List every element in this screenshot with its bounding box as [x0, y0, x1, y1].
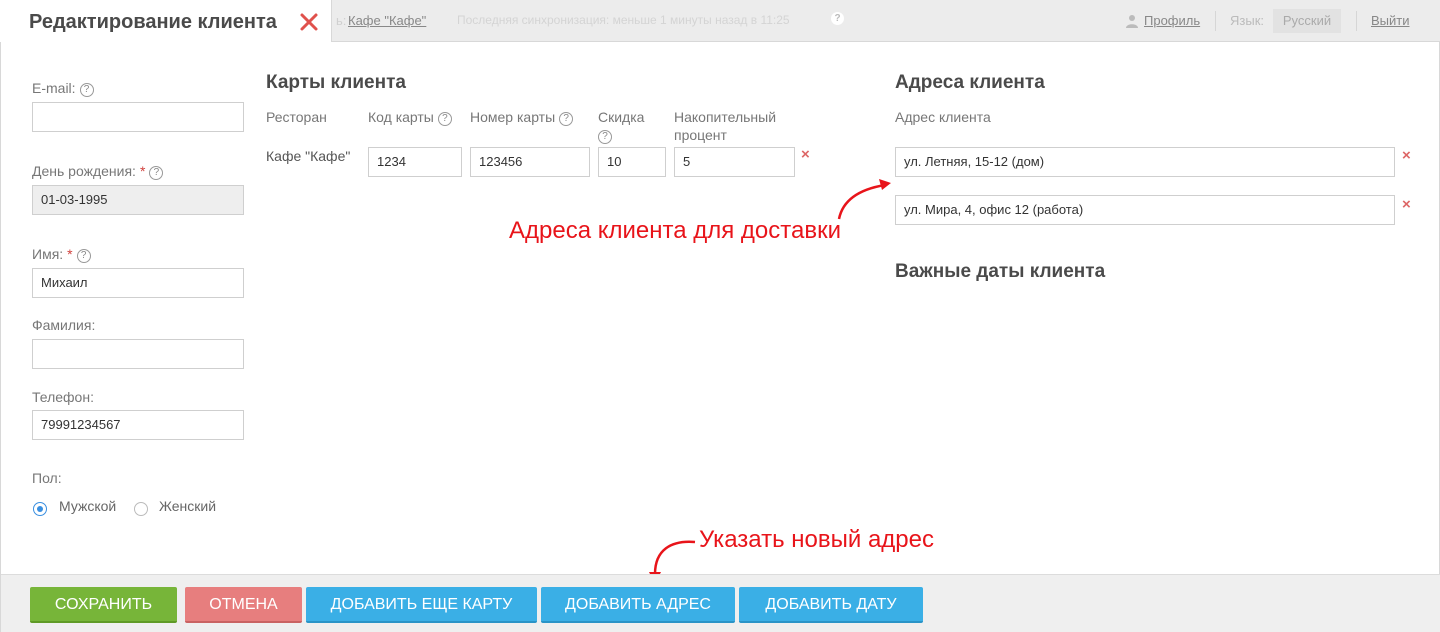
- profile-link[interactable]: Профиль: [1144, 13, 1200, 28]
- help-icon[interactable]: ?: [437, 112, 452, 126]
- active-tab[interactable]: Редактирование клиента: [0, 0, 332, 43]
- save-button[interactable]: Сохранить: [30, 587, 177, 623]
- gender-radio-female[interactable]: [134, 502, 148, 516]
- gender-option-female[interactable]: Женский: [159, 498, 216, 514]
- address-field[interactable]: ул. Мира, 4, офис 12 (работа): [895, 195, 1395, 225]
- close-icon[interactable]: [299, 12, 319, 32]
- birthday-label: День рождения: *?: [32, 163, 164, 180]
- last-name-label: Фамилия:: [32, 317, 96, 333]
- sync-status: Последняя синхронизация: меньше 1 минуты…: [457, 13, 790, 27]
- help-icon[interactable]: ?: [598, 130, 612, 144]
- col-accumulative-percent: Накопительный процент: [674, 109, 777, 143]
- divider: [1215, 11, 1216, 31]
- address-field[interactable]: ул. Летняя, 15-12 (дом): [895, 147, 1395, 177]
- footer-toolbar: Сохранить Отмена Добавить еще карту Доба…: [1, 574, 1440, 632]
- col-address: Адрес клиента: [895, 109, 991, 125]
- col-discount: Скидка ?: [598, 109, 645, 144]
- delete-card-icon[interactable]: ×: [801, 146, 810, 163]
- help-icon[interactable]: ?: [831, 12, 844, 25]
- restaurant-link[interactable]: Кафе "Кафе": [348, 13, 426, 28]
- cards-title: Карты клиента: [266, 72, 406, 93]
- user-icon: [1126, 15, 1138, 28]
- birthday-field[interactable]: 01-03-1995: [32, 185, 244, 215]
- discount-field[interactable]: 10: [598, 147, 666, 177]
- add-address-button[interactable]: Добавить адрес: [541, 587, 735, 623]
- required-marker: *: [67, 246, 73, 262]
- annotation-new-address: Указать новый адрес: [699, 526, 934, 553]
- cancel-button[interactable]: Отмена: [185, 587, 302, 623]
- email-label: E-mail:?: [32, 80, 94, 97]
- help-icon[interactable]: ?: [559, 112, 574, 126]
- language-label: Язык:: [1230, 13, 1264, 28]
- important-dates-title: Важные даты клиента: [895, 261, 1106, 282]
- help-icon[interactable]: ?: [76, 249, 91, 263]
- delete-address-icon[interactable]: ×: [1402, 147, 1411, 164]
- gender-option-male[interactable]: Мужской: [59, 498, 116, 514]
- first-name-field[interactable]: Михаил: [32, 268, 244, 298]
- col-restaurant: Ресторан: [266, 109, 327, 125]
- first-name-label: Имя: *?: [32, 246, 91, 263]
- phone-field[interactable]: 79991234567: [32, 410, 244, 440]
- annotation-addresses: Адреса клиента для доставки: [509, 217, 841, 244]
- add-card-button[interactable]: Добавить еще карту: [306, 587, 537, 623]
- add-date-button[interactable]: Добавить дату: [739, 587, 923, 623]
- card-restaurant: Кафе "Кафе": [266, 148, 351, 164]
- accumulative-percent-field[interactable]: 5: [674, 147, 795, 177]
- phone-label: Телефон:: [32, 389, 94, 405]
- language-select[interactable]: Русский: [1273, 9, 1341, 33]
- annotation-arrow-icon: [837, 179, 891, 220]
- help-icon[interactable]: ?: [79, 83, 94, 97]
- delete-address-icon[interactable]: ×: [1402, 196, 1411, 213]
- last-name-field[interactable]: [32, 339, 244, 369]
- col-card-code: Код карты?: [368, 108, 452, 126]
- gender-label: Пол:: [32, 470, 62, 486]
- email-field[interactable]: [32, 102, 244, 132]
- tab-title: Редактирование клиента: [29, 11, 277, 33]
- logout-link[interactable]: Выйти: [1371, 13, 1410, 28]
- card-number-field[interactable]: 123456: [470, 147, 590, 177]
- top-bar: Редактирование клиента ь: Кафе "Кафе" По…: [0, 0, 1440, 43]
- client-edit-panel: E-mail:? День рождения: *? 01-03-1995 Имя…: [0, 42, 1440, 632]
- col-card-number: Номер карты?: [470, 108, 574, 126]
- divider: [1356, 11, 1357, 31]
- help-icon[interactable]: ?: [149, 166, 164, 180]
- gender-radio-male[interactable]: [33, 502, 47, 516]
- required-marker: *: [139, 163, 146, 179]
- card-code-field[interactable]: 1234: [368, 147, 462, 177]
- restaurant-prefix: ь:: [336, 13, 347, 28]
- addresses-title: Адреса клиента: [895, 72, 1045, 93]
